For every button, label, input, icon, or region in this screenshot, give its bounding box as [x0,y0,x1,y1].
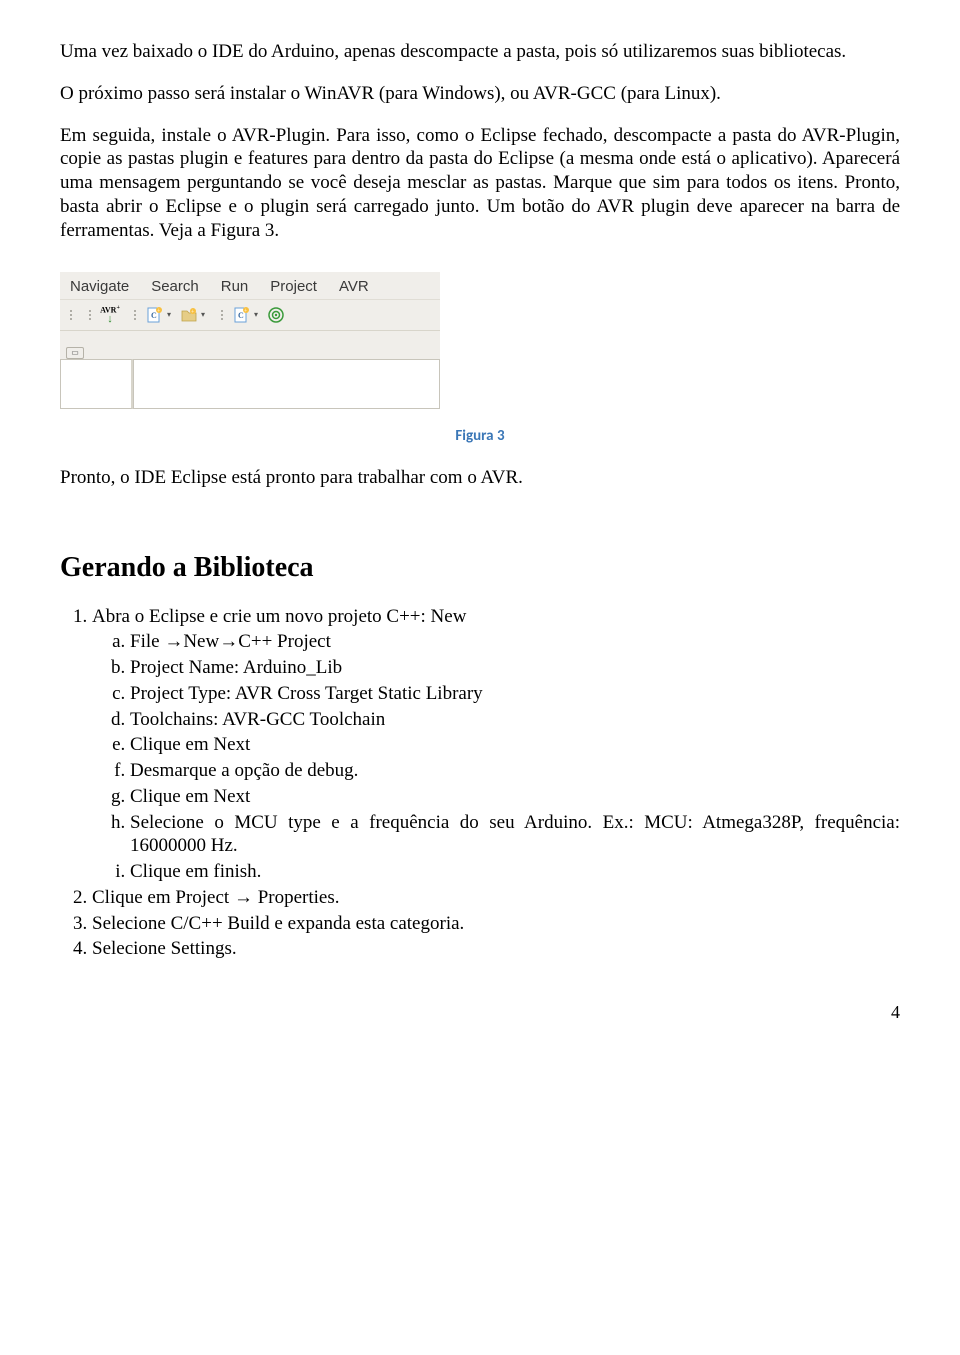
new-c-source-button[interactable]: C + [143,304,167,326]
paragraph-2: O próximo passo será instalar o WinAVR (… [60,82,900,106]
new-folder-button[interactable]: + [177,304,201,326]
dropdown-arrow-icon[interactable]: ▾ [254,310,258,320]
grip-dots-icon [70,304,75,326]
eclipse-screenshot: Navigate Search Run Project AVR AVR+ ↓ [60,272,440,409]
arrow-icon: → [219,631,238,652]
toolbar-group-newfile: C + ▾ + ▾ [130,304,213,326]
menu-avr[interactable]: AVR [339,278,369,297]
build-target-button[interactable] [264,304,288,326]
arrow-icon: → [164,631,183,652]
dropdown-arrow-icon[interactable]: ▾ [201,310,205,320]
page-number: 4 [60,1001,900,1024]
step-1f: Desmarque a opção de debug. [130,759,900,783]
step-1b: Project Name: Arduino_Lib [130,656,900,680]
step-1c: Project Type: AVR Cross Target Static Li… [130,682,900,706]
figure-3-wrap: Navigate Search Run Project AVR AVR+ ↓ [60,272,900,446]
grip-dots-icon [89,304,94,326]
eclipse-editor-area [60,359,440,409]
step-1i: Clique em finish. [130,860,900,884]
main-ordered-list: Abra o Eclipse e crie um novo projeto C+… [60,605,900,962]
paragraph-3: Em seguida, instale o AVR-Plugin. Para i… [60,124,900,243]
view-min-max-icon[interactable]: ▭ [66,347,84,359]
c-source-file-icon: C + [233,306,251,324]
step-1-text: Abra o Eclipse e crie um novo projeto C+… [92,606,466,627]
eclipse-menubar: Navigate Search Run Project AVR [60,272,440,300]
new-folder-icon: + [180,306,198,324]
step-1g: Clique em Next [130,785,900,809]
step-2: Clique em Project → Properties. [92,886,900,910]
section-heading: Gerando a Biblioteca [60,550,900,585]
step-1h: Selecione o MCU type e a frequência do s… [130,811,900,859]
step-1a-post: C++ Project [238,631,331,652]
c-source-file-icon: C + [146,306,164,324]
arrow-icon: → [234,887,253,908]
step-4: Selecione Settings. [92,937,900,961]
figure-3-caption: Figura 3 [60,427,900,446]
avr-upload-button[interactable]: AVR+ ↓ [98,304,122,326]
menu-navigate[interactable]: Navigate [70,278,129,297]
step-1d: Toolchains: AVR-GCC Toolchain [130,708,900,732]
paragraph-1: Uma vez baixado o IDE do Arduino, apenas… [60,40,900,64]
step-1-sublist: File →New→C++ Project Project Name: Ardu… [92,630,900,884]
eclipse-toolbar: AVR+ ↓ C + ▾ [60,300,440,331]
step-1e: Clique em Next [130,733,900,757]
menu-search[interactable]: Search [151,278,199,297]
step-1: Abra o Eclipse e crie um novo projeto C+… [92,605,900,884]
grip-dots-icon [221,304,226,326]
paragraph-4: Pronto, o IDE Eclipse está pronto para t… [60,466,900,490]
build-target-icon [267,306,285,324]
step-1a-mid: New [183,631,219,652]
step-2-pre: Clique em Project [92,887,234,908]
new-c-source-button-2[interactable]: C + [230,304,254,326]
toolbar-group-separator [66,304,81,326]
step-3: Selecione C/C++ Build e expanda esta cat… [92,912,900,936]
step-2-post: Properties. [253,887,340,908]
toolbar-group-avr: AVR+ ↓ [85,304,126,326]
menu-run[interactable]: Run [221,278,249,297]
step-1a-pre: File [130,631,160,652]
eclipse-tabbar: ▭ [60,331,440,359]
grip-dots-icon [134,304,139,326]
step-1a: File →New→C++ Project [130,630,900,654]
toolbar-group-targets: C + ▾ [217,304,292,326]
eclipse-left-panel [60,359,133,409]
eclipse-right-panel [133,359,440,409]
dropdown-arrow-icon[interactable]: ▾ [167,310,171,320]
menu-project[interactable]: Project [270,278,317,297]
download-arrow-icon: ↓ [107,314,113,325]
